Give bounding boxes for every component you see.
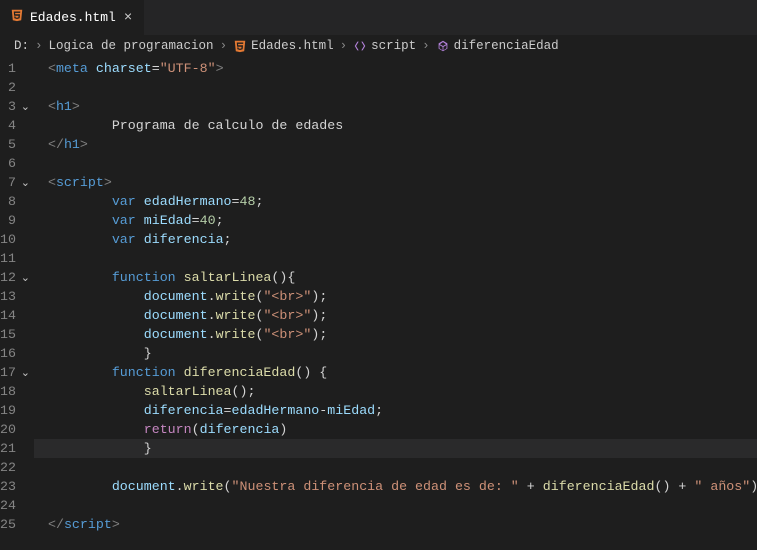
line-number: 10 bbox=[0, 230, 16, 249]
tab-bar: Edades.html × bbox=[0, 0, 757, 35]
line-number: 19 bbox=[0, 401, 16, 420]
code-line[interactable]: <meta charset="UTF-8"> bbox=[48, 59, 757, 78]
code-line[interactable]: </script> bbox=[48, 515, 757, 534]
chevron-right-icon: › bbox=[220, 39, 228, 53]
line-number: 2 bbox=[0, 78, 16, 97]
line-number: 3⌄ bbox=[0, 97, 16, 116]
line-number: 7⌄ bbox=[0, 173, 16, 192]
line-number: 5 bbox=[0, 135, 16, 154]
fold-chevron-icon[interactable]: ⌄ bbox=[21, 99, 30, 118]
code-line[interactable]: function diferenciaEdad() { bbox=[48, 363, 757, 382]
breadcrumb-function[interactable]: diferenciaEdad bbox=[436, 39, 559, 53]
line-number: 11 bbox=[0, 249, 16, 268]
code-line[interactable]: document.write("<br>"); bbox=[48, 325, 757, 344]
html-file-icon bbox=[10, 8, 24, 27]
line-number: 21 bbox=[0, 439, 16, 458]
fold-chevron-icon[interactable]: ⌄ bbox=[21, 175, 30, 194]
line-number: 1 bbox=[0, 59, 16, 78]
line-number: 14 bbox=[0, 306, 16, 325]
code-line[interactable]: </h1> bbox=[48, 135, 757, 154]
code-line[interactable]: var edadHermano=48; bbox=[48, 192, 757, 211]
code-line[interactable]: diferencia=edadHermano-miEdad; bbox=[48, 401, 757, 420]
code-line[interactable]: <h1> bbox=[48, 97, 757, 116]
code-line[interactable]: saltarLinea(); bbox=[48, 382, 757, 401]
line-number: 13 bbox=[0, 287, 16, 306]
line-number: 4 bbox=[0, 116, 16, 135]
code-line[interactable]: document.write("<br>"); bbox=[48, 287, 757, 306]
line-number: 23 bbox=[0, 477, 16, 496]
breadcrumbs: D: › Logica de programacion › Edades.htm… bbox=[0, 35, 757, 57]
chevron-right-icon: › bbox=[340, 39, 348, 53]
code-line[interactable]: } bbox=[48, 344, 757, 363]
code-line[interactable]: function saltarLinea(){ bbox=[48, 268, 757, 287]
breadcrumb-file[interactable]: Edades.html bbox=[233, 39, 334, 53]
line-number: 24 bbox=[0, 496, 16, 515]
line-number: 20 bbox=[0, 420, 16, 439]
line-number: 9 bbox=[0, 211, 16, 230]
symbol-script-icon bbox=[353, 39, 367, 53]
code-line[interactable]: return(diferencia) bbox=[48, 420, 757, 439]
code-line[interactable]: <script> bbox=[48, 173, 757, 192]
code-line[interactable]: document.write("Nuestra diferencia de ed… bbox=[48, 477, 757, 496]
tab-active[interactable]: Edades.html × bbox=[0, 0, 145, 35]
code-line[interactable] bbox=[48, 78, 757, 97]
line-number-gutter: 123⌄4567⌄89101112⌄1314151617⌄18192021222… bbox=[0, 57, 34, 534]
line-number: 17⌄ bbox=[0, 363, 16, 382]
chevron-right-icon: › bbox=[422, 39, 430, 53]
close-icon[interactable]: × bbox=[122, 10, 134, 26]
code-line[interactable]: Programa de calculo de edades bbox=[48, 116, 757, 135]
line-number: 8 bbox=[0, 192, 16, 211]
code-line[interactable] bbox=[48, 154, 757, 173]
code-editor[interactable]: 123⌄4567⌄89101112⌄1314151617⌄18192021222… bbox=[0, 57, 757, 534]
line-number: 16 bbox=[0, 344, 16, 363]
line-number: 18 bbox=[0, 382, 16, 401]
breadcrumb-root[interactable]: D: bbox=[14, 39, 29, 53]
line-number: 12⌄ bbox=[0, 268, 16, 287]
code-line[interactable]: var miEdad=40; bbox=[48, 211, 757, 230]
code-content[interactable]: <meta charset="UTF-8"> <h1> Programa de … bbox=[34, 57, 757, 534]
code-line[interactable]: var diferencia; bbox=[48, 230, 757, 249]
code-line[interactable]: document.write("<br>"); bbox=[48, 306, 757, 325]
tab-filename: Edades.html bbox=[30, 10, 116, 25]
breadcrumb-folder[interactable]: Logica de programacion bbox=[49, 39, 214, 53]
code-line[interactable] bbox=[48, 249, 757, 268]
breadcrumb-script[interactable]: script bbox=[353, 39, 416, 53]
fold-chevron-icon[interactable]: ⌄ bbox=[21, 270, 30, 289]
code-line[interactable] bbox=[48, 496, 757, 515]
line-number: 6 bbox=[0, 154, 16, 173]
symbol-method-icon bbox=[436, 39, 450, 53]
chevron-right-icon: › bbox=[35, 39, 43, 53]
fold-chevron-icon[interactable]: ⌄ bbox=[21, 365, 30, 384]
code-line[interactable] bbox=[48, 458, 757, 477]
line-number: 15 bbox=[0, 325, 16, 344]
line-number: 25 bbox=[0, 515, 16, 534]
line-number: 22 bbox=[0, 458, 16, 477]
html-file-icon bbox=[233, 39, 247, 53]
code-line[interactable]: } bbox=[34, 439, 757, 458]
